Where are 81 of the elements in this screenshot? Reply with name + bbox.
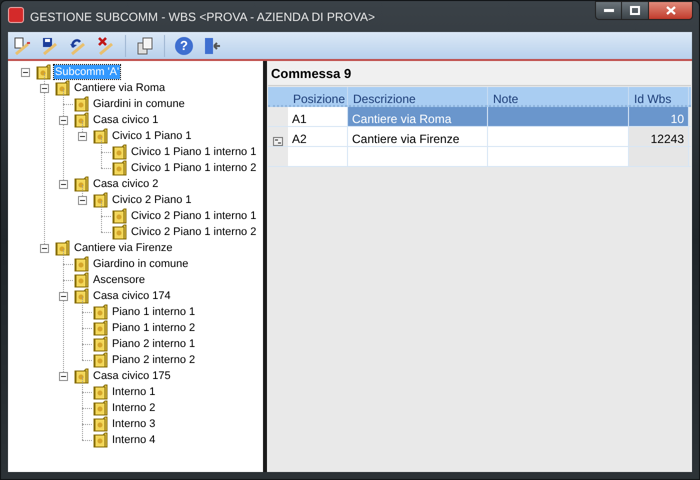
copy-icon xyxy=(135,36,155,56)
tree-item[interactable]: Civico 2 Piano 1 interno 2 xyxy=(130,225,258,239)
table-cell: Cantiere via Roma xyxy=(348,107,488,126)
maximize-icon xyxy=(630,6,640,15)
tree-item[interactable]: Civico 1 Piano 1 interno 1 xyxy=(130,145,258,159)
table-cell: 10 xyxy=(629,107,689,126)
folder-gear-icon xyxy=(92,416,109,432)
folder-gear-icon xyxy=(111,144,128,160)
tree-item[interactable]: Civico 1 Piano 1 xyxy=(111,129,192,143)
tree-item[interactable]: Piano 2 interno 2 xyxy=(111,353,196,367)
maximize-button[interactable] xyxy=(622,1,648,20)
folder-gear-icon xyxy=(73,96,90,112)
table-cell: Cantiere via Firenze xyxy=(348,127,488,146)
tree-item[interactable]: Ascensore xyxy=(92,273,146,287)
folder-gear-icon xyxy=(111,208,128,224)
tree-item[interactable]: Casa civico 174 xyxy=(92,289,172,303)
delete-icon xyxy=(96,36,116,56)
tree-item[interactable]: Piano 1 interno 1 xyxy=(111,305,196,319)
collapse-toggle-icon[interactable] xyxy=(59,372,68,380)
tree-item[interactable]: Cantiere via Roma xyxy=(73,81,166,95)
collapse-toggle-icon[interactable] xyxy=(78,132,87,140)
tree-item[interactable]: Interno 4 xyxy=(111,433,156,447)
close-button[interactable] xyxy=(648,1,693,20)
tree-item[interactable]: Casa civico 2 xyxy=(92,177,160,191)
table-cell: A2 xyxy=(288,127,348,146)
tree-item[interactable]: Giardino in comune xyxy=(92,257,190,271)
tree-item[interactable]: Interno 1 xyxy=(111,385,156,399)
tree-item[interactable]: Civico 2 Piano 1 interno 1 xyxy=(130,209,258,223)
tree-item[interactable]: Casa civico 175 xyxy=(92,369,172,383)
folder-gear-icon xyxy=(73,112,90,128)
column-header[interactable]: Id Wbs xyxy=(629,87,689,105)
tree-item[interactable]: Giardini in comune xyxy=(92,97,186,111)
folder-gear-icon xyxy=(73,288,90,304)
folder-gear-icon xyxy=(111,224,128,240)
exit-door-icon xyxy=(202,36,222,56)
new-document-icon xyxy=(12,36,32,56)
tree-item[interactable]: Civico 2 Piano 1 xyxy=(111,193,192,207)
tree-item[interactable]: Interno 2 xyxy=(111,401,156,415)
folder-gear-icon xyxy=(92,320,109,336)
tree-item[interactable]: Casa civico 1 xyxy=(92,113,160,127)
collapse-toggle-icon[interactable] xyxy=(59,180,68,188)
window-title: GESTIONE SUBCOMM - WBS <PROVA - AZIENDA DI PROVA> xyxy=(30,9,375,26)
collapse-toggle-icon[interactable] xyxy=(59,292,68,300)
folder-gear-icon xyxy=(35,64,52,80)
app-icon xyxy=(8,7,24,23)
folder-gear-icon xyxy=(92,192,109,208)
save-icon xyxy=(40,36,60,56)
folder-gear-icon xyxy=(92,400,109,416)
folder-gear-icon xyxy=(111,160,128,176)
folder-gear-icon xyxy=(54,80,71,96)
column-header[interactable]: Descrizione xyxy=(348,87,488,105)
tree-item[interactable]: Piano 1 interno 2 xyxy=(111,321,196,335)
folder-gear-icon xyxy=(73,176,90,192)
folder-gear-icon xyxy=(92,352,109,368)
tree-item[interactable]: Cantiere via Firenze xyxy=(73,241,174,255)
column-header[interactable]: Posizione xyxy=(288,87,348,105)
close-icon xyxy=(666,6,676,15)
collapse-toggle-icon[interactable] xyxy=(78,196,87,204)
folder-gear-icon xyxy=(92,304,109,320)
table-cell: A1 xyxy=(288,107,348,126)
collapse-toggle-icon[interactable] xyxy=(40,244,49,252)
minimize-icon xyxy=(604,8,614,12)
tree-item[interactable]: Civico 1 Piano 1 interno 2 xyxy=(130,161,258,175)
help-icon xyxy=(174,36,194,56)
folder-gear-icon xyxy=(92,384,109,400)
collapse-toggle-icon[interactable] xyxy=(59,116,68,124)
folder-gear-icon xyxy=(92,128,109,144)
collapse-toggle-icon[interactable] xyxy=(40,84,49,92)
help-button[interactable]: ? xyxy=(172,34,196,58)
folder-gear-icon xyxy=(92,432,109,448)
column-header[interactable]: Note xyxy=(488,87,629,105)
folder-gear-icon xyxy=(92,336,109,352)
folder-gear-icon xyxy=(73,368,90,384)
tree-item[interactable]: Piano 2 interno 1 xyxy=(111,337,196,351)
minimize-button[interactable] xyxy=(595,1,622,20)
panel-title: Commessa 9 xyxy=(270,65,352,83)
tree-item[interactable]: Interno 3 xyxy=(111,417,156,431)
folder-gear-icon xyxy=(73,272,90,288)
folder-gear-icon xyxy=(73,256,90,272)
folder-gear-icon xyxy=(54,240,71,256)
collapse-toggle-icon[interactable] xyxy=(21,68,30,76)
